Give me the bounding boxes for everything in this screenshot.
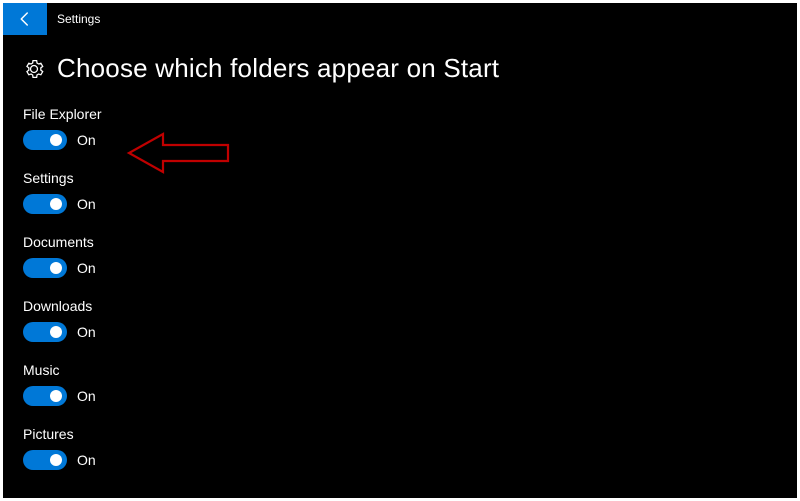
option-settings: Settings On (23, 170, 797, 214)
gear-icon (23, 58, 45, 80)
toggle-state: On (77, 452, 96, 468)
toggle-state: On (77, 196, 96, 212)
option-music: Music On (23, 362, 797, 406)
toggle-knob (50, 454, 62, 466)
toggle-pictures[interactable] (23, 450, 67, 470)
back-button[interactable] (3, 3, 47, 35)
toggle-knob (50, 390, 62, 402)
toggle-settings[interactable] (23, 194, 67, 214)
toggle-downloads[interactable] (23, 322, 67, 342)
option-documents: Documents On (23, 234, 797, 278)
folder-options-list: File Explorer On Settings On Documents O… (3, 102, 797, 470)
toggle-documents[interactable] (23, 258, 67, 278)
toggle-knob (50, 198, 62, 210)
toggle-knob (50, 134, 62, 146)
option-label: Downloads (23, 298, 797, 314)
option-label: File Explorer (23, 106, 797, 122)
arrow-left-icon (16, 10, 34, 28)
toggle-knob (50, 326, 62, 338)
toggle-music[interactable] (23, 386, 67, 406)
toggle-state: On (77, 388, 96, 404)
toggle-state: On (77, 260, 96, 276)
option-label: Pictures (23, 426, 797, 442)
page-header: Choose which folders appear on Start (3, 35, 797, 102)
option-label: Music (23, 362, 797, 378)
toggle-state: On (77, 324, 96, 340)
toggle-knob (50, 262, 62, 274)
toggle-file-explorer[interactable] (23, 130, 67, 150)
settings-window: Settings Choose which folders appear on … (3, 3, 797, 498)
option-pictures: Pictures On (23, 426, 797, 470)
option-label: Documents (23, 234, 797, 250)
option-file-explorer: File Explorer On (23, 106, 797, 150)
window-title: Settings (47, 3, 797, 35)
option-label: Settings (23, 170, 797, 186)
page-title: Choose which folders appear on Start (57, 53, 499, 84)
option-downloads: Downloads On (23, 298, 797, 342)
title-bar: Settings (3, 3, 797, 35)
toggle-state: On (77, 132, 96, 148)
